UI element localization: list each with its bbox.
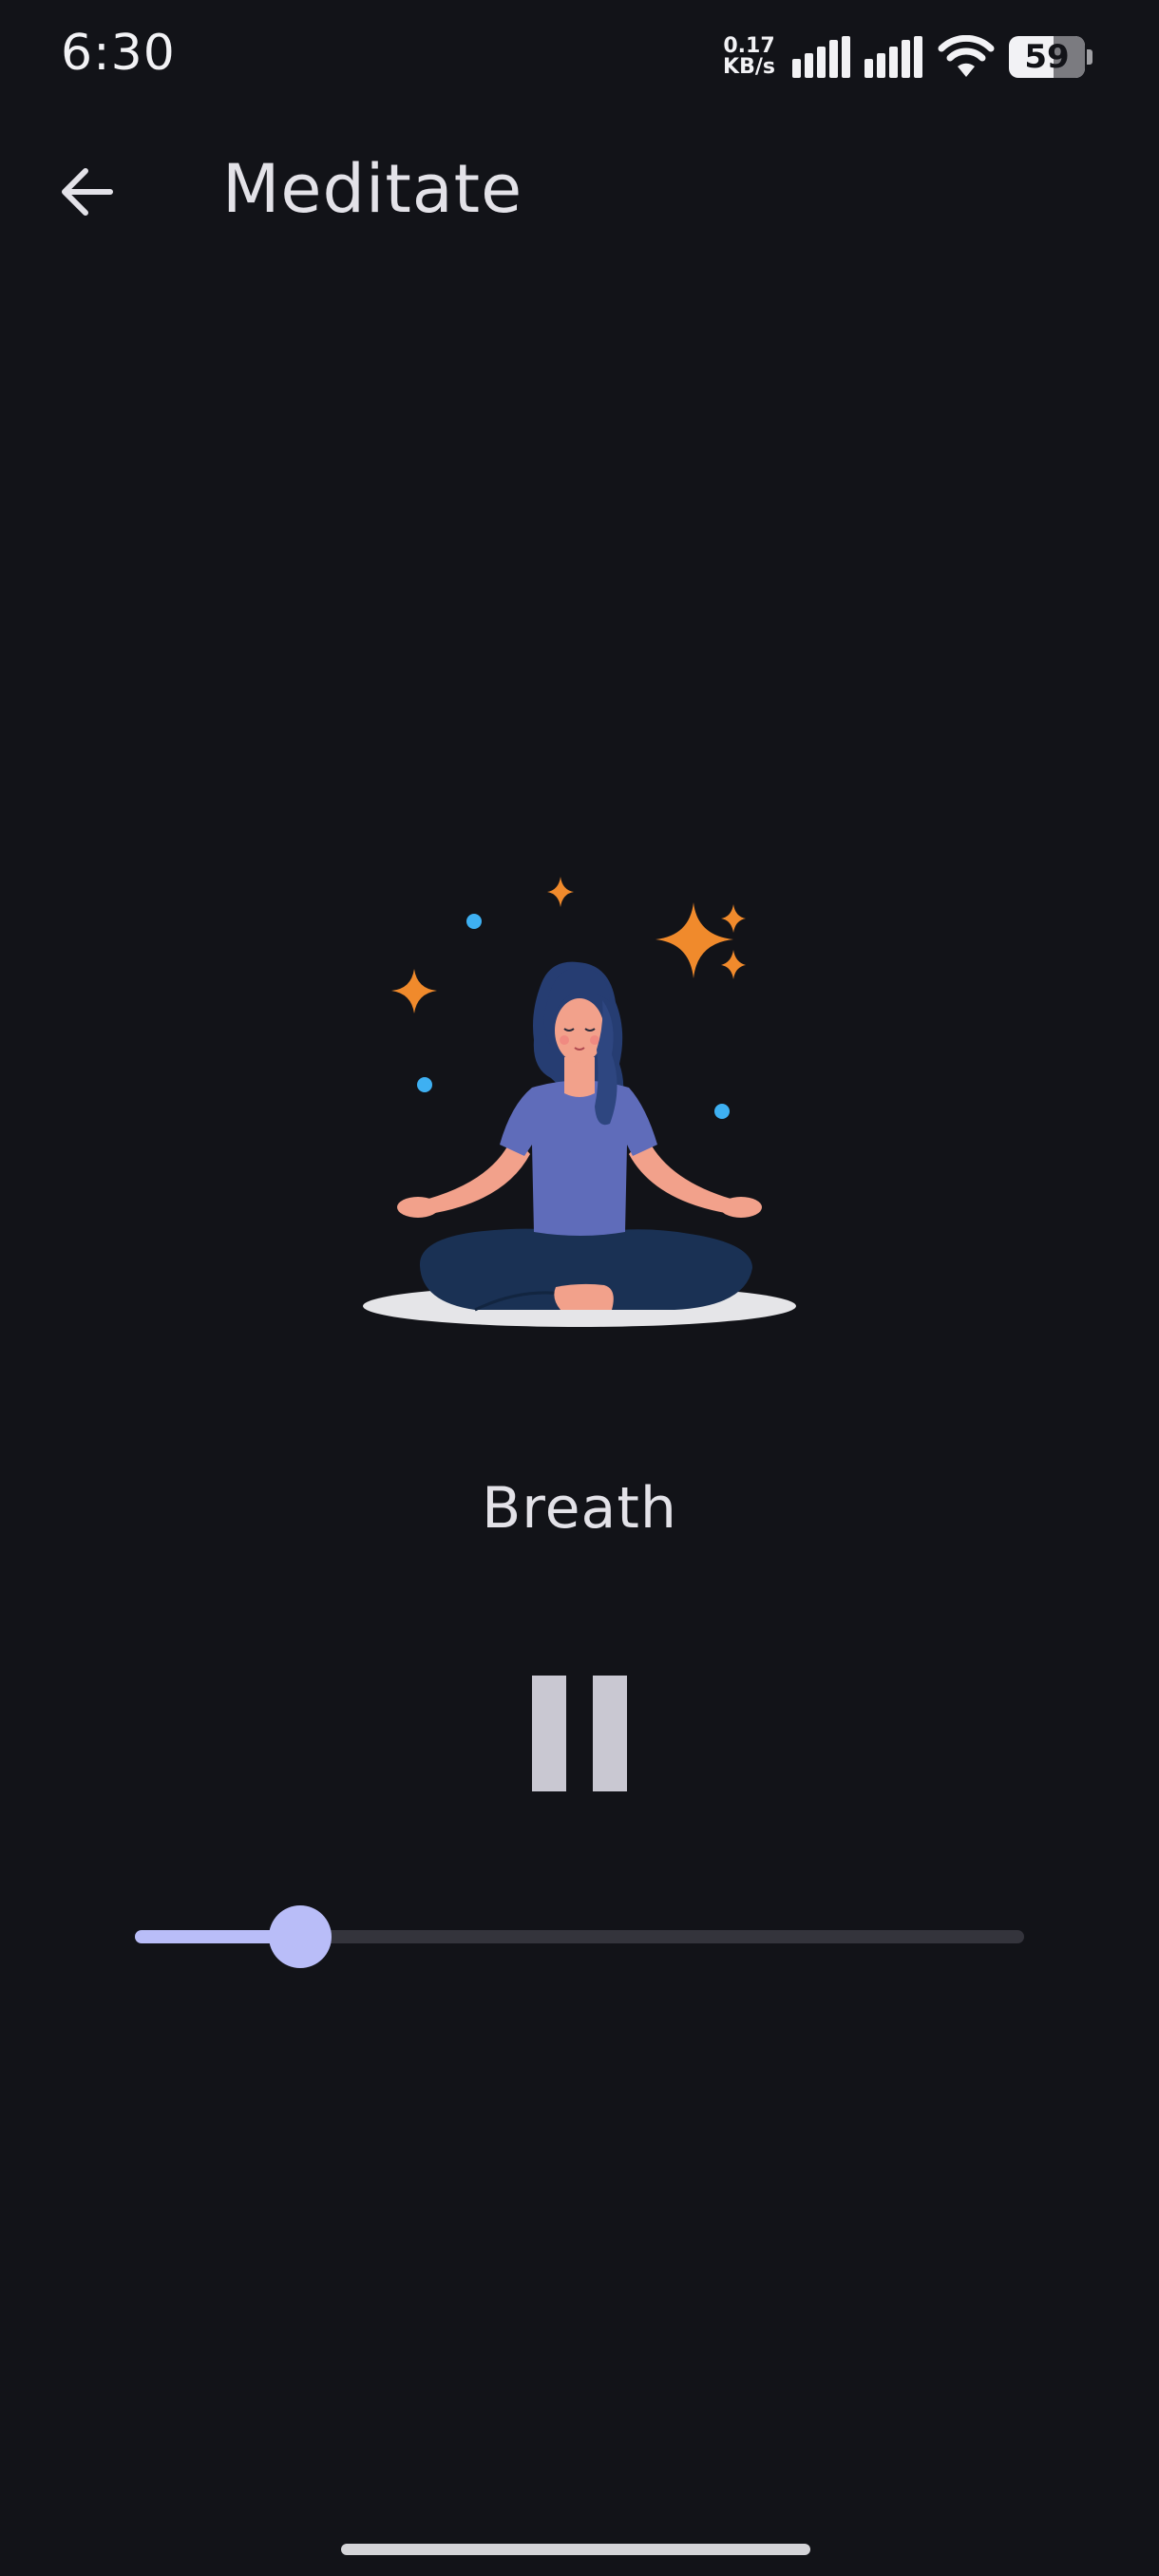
progress-slider[interactable] xyxy=(135,1905,1024,1968)
battery-tip xyxy=(1087,49,1092,65)
signal-icon xyxy=(864,36,922,78)
battery-icon: 59 xyxy=(1009,36,1085,78)
dot-icon xyxy=(417,1077,432,1092)
arrow-left-icon xyxy=(62,168,113,216)
back-button[interactable] xyxy=(44,154,129,230)
pause-button[interactable] xyxy=(513,1662,646,1805)
dot-icon xyxy=(714,1104,730,1119)
signal-icon xyxy=(792,36,850,78)
dot-icon xyxy=(466,914,482,929)
status-bar: 6:30 0.17 KB/s 59 xyxy=(0,0,1159,114)
status-time: 6:30 xyxy=(61,25,176,82)
page-title: Meditate xyxy=(222,150,523,228)
home-indicator[interactable] xyxy=(341,2544,810,2555)
status-icons: 0.17 KB/s 59 xyxy=(723,28,1092,85)
network-speed-value: 0.17 xyxy=(723,34,775,58)
app-bar: Meditate xyxy=(0,133,1159,251)
network-speed-unit: KB/s xyxy=(723,55,775,79)
pause-icon xyxy=(593,1676,627,1791)
pause-icon xyxy=(532,1676,566,1791)
wifi-icon xyxy=(938,35,995,77)
battery-level: 59 xyxy=(1024,38,1070,76)
network-speed: 0.17 KB/s xyxy=(723,36,775,78)
track-title: Breath xyxy=(482,1475,677,1542)
meditating-woman-illustration xyxy=(363,877,796,1327)
slider-thumb[interactable] xyxy=(269,1905,332,1968)
